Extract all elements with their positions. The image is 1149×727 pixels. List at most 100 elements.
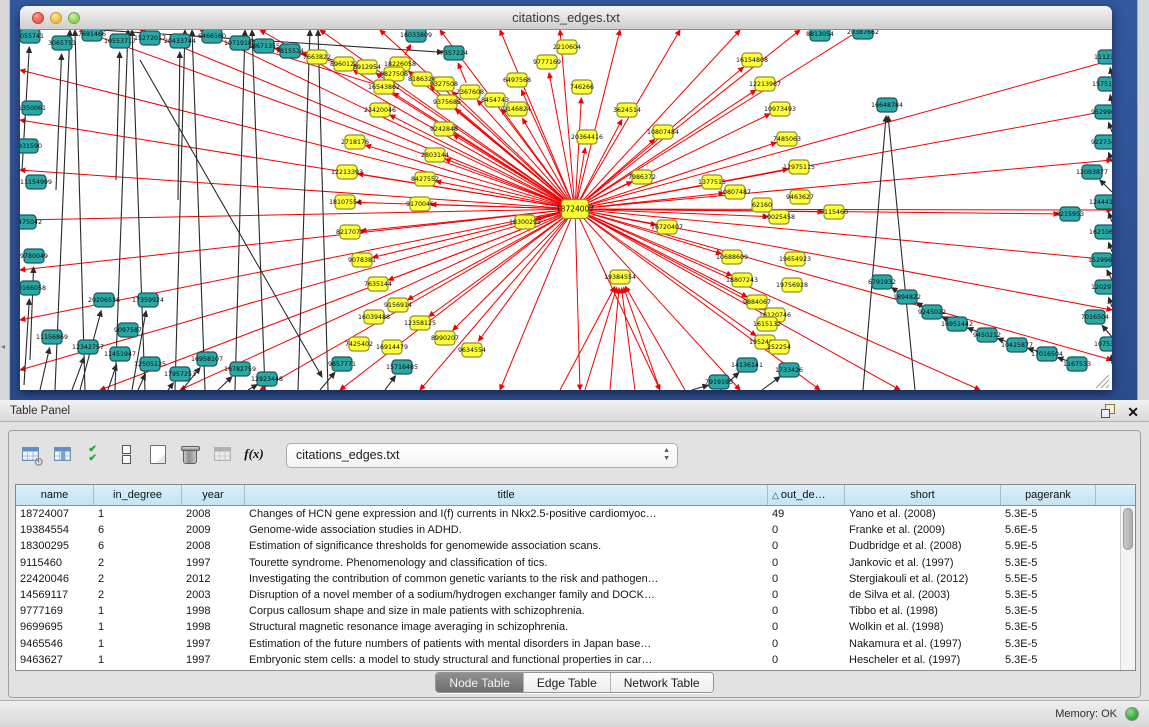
table-row[interactable]: 1872400712008Changes of HCN gene express… [16,506,1135,522]
graph-node-label: 2718176 [341,139,369,146]
graph-edge [1100,180,1112,192]
resize-grip-icon[interactable] [1096,375,1109,388]
function-builder-icon[interactable] [241,441,267,467]
cell-in_degree: 6 [94,522,182,538]
graph-node-label: 10688609 [716,254,748,261]
rows-icon[interactable] [113,441,139,467]
network-window-titlebar[interactable]: citations_edges.txt [20,6,1112,30]
tab-edge-table[interactable]: Edge Table [523,673,610,692]
cell-in_degree: 2 [94,555,182,571]
vertical-scrollbar[interactable] [1120,506,1135,670]
select-rows-icon[interactable] [81,441,107,467]
table-row[interactable]: 1456911722003Disruption of a novel membe… [16,587,1135,603]
graph-edge [1110,68,1112,77]
cell-pagerank: 5.9E-5 [1001,538,1096,554]
graph-edge [75,30,85,390]
cell-out_de: 0 [768,587,845,603]
graph-node-label: 12444193 [1089,199,1112,206]
cell-out_de: 0 [768,619,845,635]
cell-short: Tibbo et al. (1998) [845,603,1001,619]
memory-status-indicator[interactable] [1125,707,1139,721]
column-header-short[interactable]: short [845,485,1001,505]
column-header-name[interactable]: name [16,485,94,505]
column-header-in_degree[interactable]: in_degree [94,485,182,505]
graph-node-label: 746266 [570,84,594,91]
collapse-arrow-icon[interactable]: ◂ [1,342,5,351]
cell-year: 2008 [182,506,245,522]
cell-name: 9699695 [16,619,94,635]
graph-node-label: 8217075 [336,229,364,236]
graph-node-label: 15751074 [1092,81,1112,88]
graph-node-label: 9227343 [1091,139,1112,146]
delete-icon[interactable] [177,441,203,467]
graph-edge [252,30,265,390]
cell-in_degree: 2 [94,587,182,603]
graph-node-label: 8454743 [481,97,509,104]
network-canvas[interactable]: 2055741306575176914661055371715272017204… [20,30,1112,390]
graph-node-label: 2055741 [20,33,44,40]
graph-node-label: 10553717 [104,38,136,45]
table-row[interactable]: 1830029562008Estimation of significance … [16,538,1135,554]
scrollbar-thumb[interactable] [1123,508,1133,550]
table-tabs: Node TableEdge TableNetwork Table [435,672,713,693]
graph-edge [20,210,565,270]
table-row[interactable]: 2242004622012Investigating the contribut… [16,571,1135,587]
cell-short: Franke et al. (2009) [845,522,1001,538]
graph-node-label: 2367608 [456,89,484,96]
left-splitter-strip[interactable]: ◂ [0,0,10,400]
table-row[interactable]: 977716911998Corpus callosum shape and si… [16,603,1135,619]
graph-edge [56,54,62,190]
cell-in_degree: 1 [94,603,182,619]
tab-node-table[interactable]: Node Table [436,673,523,692]
network-view-window[interactable]: citations_edges.txt 20557413065751769146… [20,6,1112,390]
table-selector-dropdown[interactable]: citations_edges.txt ▲▼ [286,443,678,468]
graph-node-label: 1894822 [893,294,921,301]
graph-node-label: 15716485 [386,364,418,371]
import-table-icon[interactable] [209,441,235,467]
float-window-icon[interactable] [1101,404,1115,418]
table-row[interactable]: 946362711997Embryonic stem cells: a mode… [16,652,1135,668]
graph-node-label: 7016504 [1081,314,1109,321]
column-header-out_de[interactable]: △out_de… [768,485,845,505]
table-row[interactable]: 946554611997Estimation of the future num… [16,636,1135,652]
graph-node-label: 9115460 [820,209,848,216]
status-bar: Memory: OK [0,700,1149,727]
graph-node-label: 9780049 [20,253,48,260]
zoom-window-button[interactable] [68,12,80,24]
table-panel-body: citations_edges.txt ▲▼ namein_degreeyear… [8,430,1141,698]
column-visibility-icon[interactable] [49,441,75,467]
table-settings-icon[interactable] [17,441,43,467]
graph-node-label: 2210604 [553,44,581,51]
column-header-pagerank[interactable]: pagerank [1001,485,1096,505]
graph-edge [579,218,660,390]
graph-edge [429,215,567,317]
close-window-button[interactable] [32,12,44,24]
graph-edge [235,30,245,390]
cell-year: 1997 [182,555,245,571]
cell-title: Genome-wide association studies in ADHD. [245,522,768,538]
minimize-window-button[interactable] [50,12,62,24]
cell-short: Wolkin et al. (1998) [845,619,1001,635]
graph-node-label: 1377515 [698,179,726,186]
cell-in_degree: 1 [94,619,182,635]
column-header-year[interactable]: year [182,485,245,505]
table-row[interactable]: 969969511998Structural magnetic resonanc… [16,619,1135,635]
citation-graph[interactable]: 2055741306575176914661055371715272017204… [20,30,1112,390]
graph-edge [40,348,50,390]
column-header-title[interactable]: title [245,485,768,505]
graph-edge [318,30,328,390]
close-icon[interactable]: ✕ [1127,401,1139,423]
graph-edge [458,63,466,83]
graph-edge [72,357,84,390]
table-row[interactable]: 1938455462009Genome-wide association stu… [16,522,1135,538]
tab-network-table[interactable]: Network Table [610,673,713,692]
graph-node-label: 1112304 [1094,54,1112,61]
table-panel-header: Table Panel ✕ [0,400,1149,422]
graph-node-label: 10025458 [763,214,795,221]
cell-short: de Silva et al. (2003) [845,587,1001,603]
table-row[interactable]: 911546021997Tourette syndrome. Phenomeno… [16,555,1135,571]
cell-name: 9463627 [16,652,94,668]
graph-node-label: 12358125 [404,320,436,327]
right-splitter-strip[interactable] [1137,0,1149,400]
new-file-icon[interactable] [145,441,171,467]
